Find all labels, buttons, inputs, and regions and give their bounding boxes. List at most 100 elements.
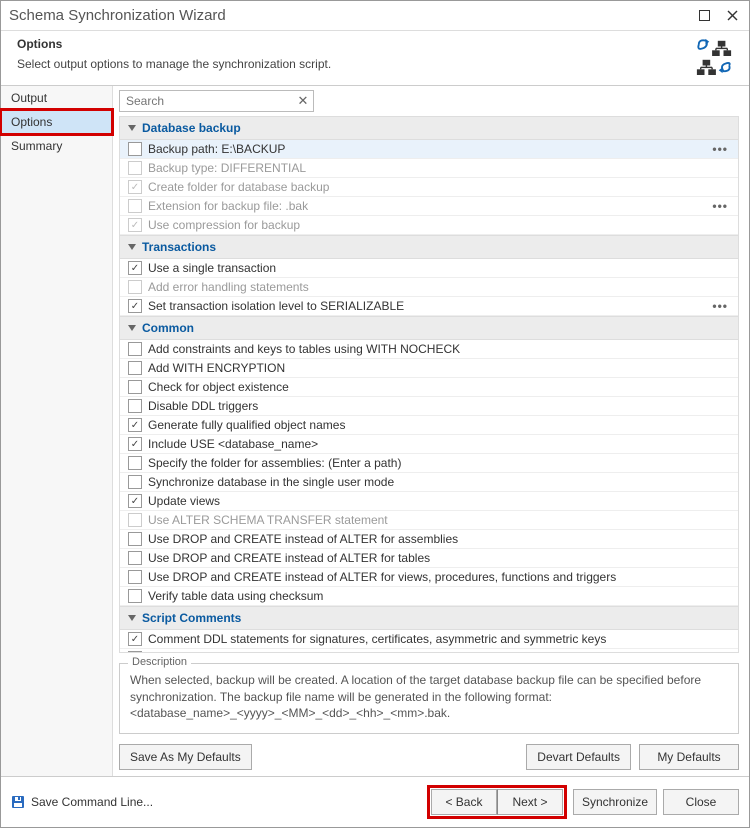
sidebar-item-summary[interactable]: Summary [1,134,112,158]
group-header[interactable]: Common [120,316,738,340]
close-window-button[interactable] [723,9,741,23]
option-row[interactable]: ✓ Use a single transaction [120,259,738,278]
sidebar-item-output[interactable]: Output [1,86,112,110]
option-row[interactable]: ✓ Generate fully qualified object names [120,416,738,435]
option-label: Use ALTER SCHEMA TRANSFER statement [148,513,732,527]
option-checkbox[interactable]: ✓ [128,299,142,313]
option-label: Specify the folder for assemblies: (Ente… [148,456,732,470]
save-command-line-button[interactable]: Save Command Line... [11,795,153,809]
option-checkbox[interactable] [128,380,142,394]
option-row[interactable]: Use DROP and CREATE instead of ALTER for… [120,549,738,568]
option-checkbox[interactable] [128,532,142,546]
option-row[interactable]: ✓Include USE <database_name> [120,435,738,454]
option-label: Add error handling statements [148,280,732,294]
window-title: Schema Synchronization Wizard [9,7,685,24]
synchronize-button[interactable]: Synchronize [573,789,657,815]
option-row[interactable]: Add WITH ENCRYPTION [120,359,738,378]
option-label: Exclude comments [148,651,732,653]
option-checkbox[interactable] [128,361,142,375]
more-icon[interactable]: ••• [708,199,732,213]
option-row[interactable]: ✓ Use compression for backup [120,216,738,235]
back-button[interactable]: < Back [431,789,497,815]
option-label: Extension for backup file: .bak [148,199,708,213]
next-button[interactable]: Next > [497,789,563,815]
header: Options Select output options to manage … [1,31,749,85]
option-label: Generate fully qualified object names [148,418,732,432]
option-row[interactable]: Specify the folder for assemblies: (Ente… [120,454,738,473]
option-checkbox: ✓ [128,180,142,194]
option-checkbox[interactable] [128,551,142,565]
footer: Save Command Line... < Back Next > Synch… [1,776,749,827]
save-icon [11,795,25,809]
option-row[interactable]: Add error handling statements [120,278,738,297]
option-row[interactable]: Synchronize database in the single user … [120,473,738,492]
option-checkbox[interactable]: ✓ [128,418,142,432]
option-checkbox[interactable] [128,651,142,653]
option-checkbox[interactable] [128,570,142,584]
close-button[interactable]: Close [663,789,739,815]
option-label: Backup type: DIFFERENTIAL [148,161,732,175]
save-as-my-defaults-button[interactable]: Save As My Defaults [119,744,252,770]
option-row[interactable]: Extension for backup file: .bak••• [120,197,738,216]
option-checkbox[interactable]: ✓ [128,261,142,275]
option-label: Check for object existence [148,380,732,394]
option-label: Use compression for backup [148,218,732,232]
more-icon[interactable]: ••• [708,142,732,156]
search-input[interactable] [119,90,314,112]
option-row[interactable]: ✓ Create folder for database backup [120,178,738,197]
group-title: Database backup [142,121,241,135]
option-label: Use DROP and CREATE instead of ALTER for… [148,532,732,546]
option-row[interactable]: Verify table data using checksum [120,587,738,606]
option-row[interactable]: Exclude comments [120,649,738,653]
option-checkbox[interactable] [128,589,142,603]
option-row[interactable]: Use DROP and CREATE instead of ALTER for… [120,530,738,549]
description-box: Description When selected, backup will b… [119,663,739,734]
option-label: Create folder for database backup [148,180,732,194]
option-row[interactable]: ✓ Comment DDL statements for signatures, … [120,630,738,649]
option-row[interactable]: Add constraints and keys to tables using… [120,340,738,359]
group-header[interactable]: Transactions [120,235,738,259]
option-checkbox [128,161,142,175]
option-checkbox[interactable]: ✓ [128,437,142,451]
page-title: Options [17,37,685,51]
collapse-icon [128,244,136,250]
group-header[interactable]: Script Comments [120,606,738,630]
option-label: Verify table data using checksum [148,589,732,603]
option-label: Set transaction isolation level to SERIA… [148,299,708,313]
description-legend: Description [128,656,191,668]
more-icon[interactable]: ••• [708,299,732,313]
option-checkbox: ✓ [128,218,142,232]
option-row[interactable]: Use DROP and CREATE instead of ALTER for… [120,568,738,587]
option-checkbox[interactable] [128,342,142,356]
option-row[interactable]: Backup path: E:\BACKUP••• [120,140,738,159]
option-checkbox[interactable] [128,475,142,489]
option-checkbox[interactable]: ✓ [128,632,142,646]
option-row[interactable]: Use ALTER SCHEMA TRANSFER statement [120,511,738,530]
option-label: Backup path: E:\BACKUP [148,142,708,156]
group-header[interactable]: Database backup [120,117,738,140]
option-label: Update views [148,494,732,508]
devart-defaults-button[interactable]: Devart Defaults [526,744,631,770]
option-checkbox[interactable] [128,142,142,156]
option-label: Use DROP and CREATE instead of ALTER for… [148,551,732,565]
option-checkbox[interactable] [128,399,142,413]
sidebar-item-options[interactable]: Options [1,110,112,134]
option-label: Use a single transaction [148,261,732,275]
nav-highlight: < Back Next > [427,785,567,819]
option-row[interactable]: Disable DDL triggers [120,397,738,416]
option-row[interactable]: Check for object existence [120,378,738,397]
clear-search-icon[interactable]: ✕ [295,93,311,109]
option-row[interactable]: Backup type: DIFFERENTIAL [120,159,738,178]
my-defaults-button[interactable]: My Defaults [639,744,739,770]
option-row[interactable]: ✓ Set transaction isolation level to SERI… [120,297,738,316]
option-label: Synchronize database in the single user … [148,475,732,489]
sidebar: Output Options Summary [1,86,113,776]
option-row[interactable]: ✓ Update views [120,492,738,511]
option-checkbox [128,513,142,527]
options-list: Database backupBackup path: E:\BACKUP•••… [119,116,739,653]
option-checkbox[interactable] [128,456,142,470]
maximize-button[interactable] [695,9,713,23]
option-checkbox[interactable]: ✓ [128,494,142,508]
collapse-icon [128,125,136,131]
option-label: Comment DDL statements for signatures, c… [148,632,732,646]
